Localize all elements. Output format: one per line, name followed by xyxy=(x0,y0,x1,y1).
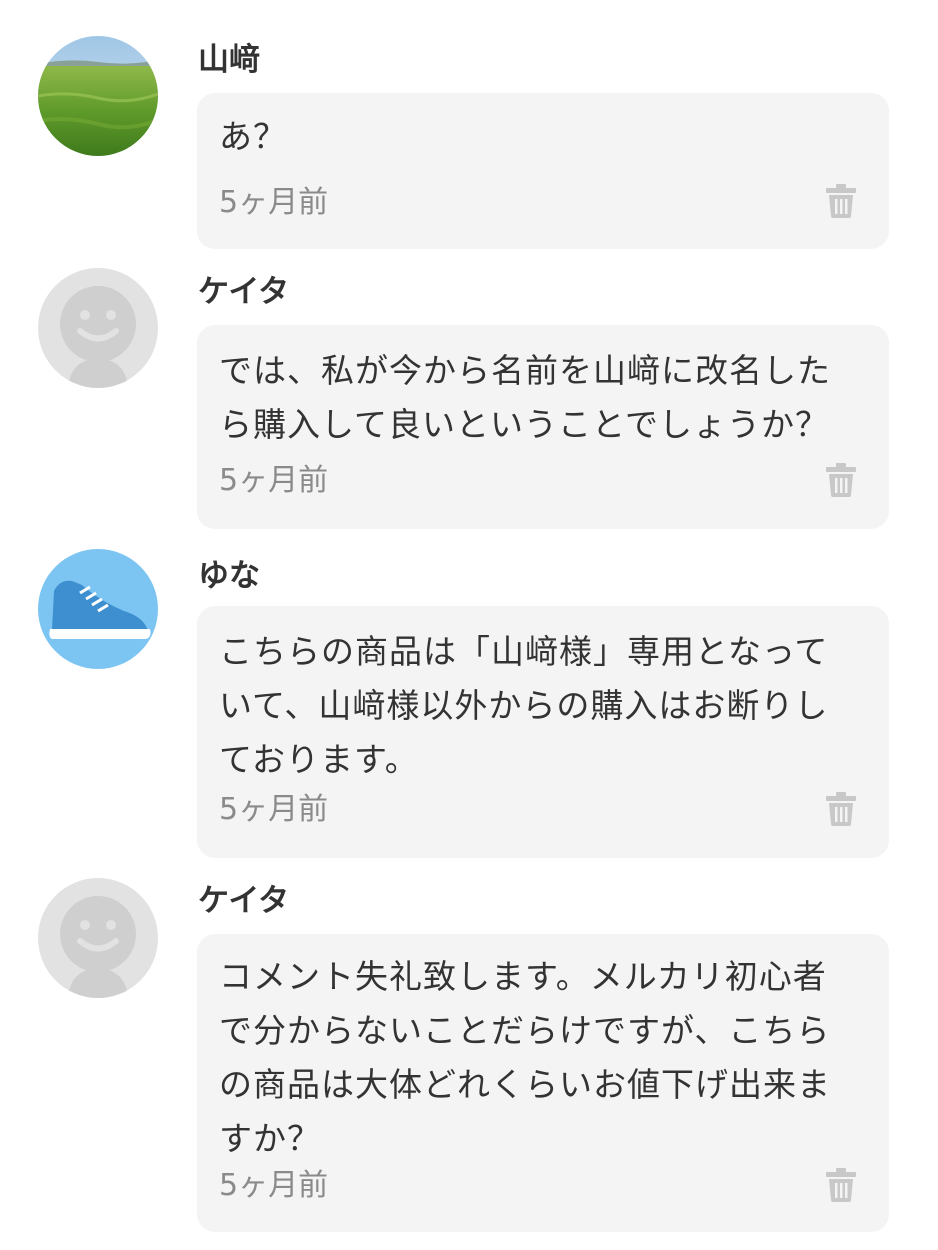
comment-text: コメント失礼致します。メルカリ初心者 で分からないことだらけですが、こちら の商… xyxy=(219,957,831,1158)
avatar-grass-field[interactable] xyxy=(38,36,158,156)
comment-author[interactable]: 山﨑 xyxy=(198,40,260,80)
trash-icon xyxy=(826,1168,856,1202)
comment-bubble: あ？ 5ヶ月前 xyxy=(197,93,889,249)
comment-timestamp: 5ヶ月前 xyxy=(219,792,329,827)
comment-bubble: コメント失礼致します。メルカリ初心者 で分からないことだらけですが、こちら の商… xyxy=(197,934,889,1232)
trash-icon xyxy=(826,792,856,826)
comment-bubble: では、私が今から名前を山﨑に改名した ら購入して良いということでしょうか？ 5ヶ… xyxy=(197,325,889,529)
comment-timestamp: 5ヶ月前 xyxy=(219,185,329,220)
grass-field-photo-icon xyxy=(38,36,158,156)
avatar-default[interactable] xyxy=(38,268,158,388)
comment-author[interactable]: ゆな xyxy=(198,556,260,596)
default-face-avatar-icon xyxy=(38,268,158,388)
default-face-avatar-icon xyxy=(38,878,158,998)
avatar-sneaker[interactable] xyxy=(38,549,158,669)
delete-comment-button[interactable] xyxy=(826,463,856,497)
avatar-default[interactable] xyxy=(38,878,158,998)
delete-comment-button[interactable] xyxy=(826,1168,856,1202)
delete-comment-button[interactable] xyxy=(826,184,856,218)
comment-timestamp: 5ヶ月前 xyxy=(219,463,329,498)
comment-author[interactable]: ケイタ xyxy=(198,272,289,312)
comment-author[interactable]: ケイタ xyxy=(198,881,289,921)
comment-timestamp: 5ヶ月前 xyxy=(219,1168,329,1203)
delete-comment-button[interactable] xyxy=(826,792,856,826)
comment-text: あ？ xyxy=(219,117,287,156)
comment-text: では、私が今から名前を山﨑に改名した ら購入して良いということでしょうか？ xyxy=(219,351,831,444)
sneaker-avatar-icon xyxy=(38,549,158,669)
comment-text: こちらの商品は「山﨑様」専用となって いて、山﨑様以外からの購入はお断りし てお… xyxy=(219,632,829,779)
trash-icon xyxy=(826,463,856,497)
comment-bubble: こちらの商品は「山﨑様」専用となって いて、山﨑様以外からの購入はお断りし てお… xyxy=(197,606,889,858)
trash-icon xyxy=(826,184,856,218)
